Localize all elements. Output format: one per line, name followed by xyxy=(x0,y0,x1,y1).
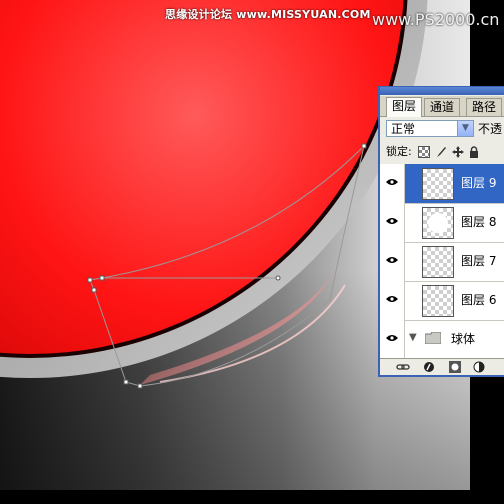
tab-paths[interactable]: 路径 xyxy=(466,98,503,116)
visibility-toggle[interactable] xyxy=(380,242,405,281)
lock-move-icon[interactable] xyxy=(452,146,464,158)
layer-row-9[interactable]: 图层 9 xyxy=(380,164,504,204)
visibility-toggle[interactable] xyxy=(380,203,405,242)
layer-name: 图层 8 xyxy=(461,215,497,229)
link-icon[interactable] xyxy=(396,361,410,373)
lock-all-icon[interactable] xyxy=(468,146,480,158)
panel-footer xyxy=(380,358,504,375)
layer-name: 图层 7 xyxy=(461,254,497,268)
group-name: 球体 xyxy=(451,332,476,346)
layers-panel: 通道 路径 图层 正常 ▼ 不透 锁定: 图层 9 图层 8 图层 7 图层 6… xyxy=(378,86,504,377)
blend-mode-select[interactable]: 正常 ▼ xyxy=(386,120,474,137)
button-face xyxy=(0,0,404,354)
lock-brush-icon[interactable] xyxy=(435,146,447,158)
layer-row-6[interactable]: 图层 6 xyxy=(380,281,504,321)
panel-tab-row: 通道 路径 图层 xyxy=(380,96,504,117)
eye-icon xyxy=(386,335,398,341)
watermark-missyuan: 思缘设计论坛 www.MISSYUAN.COM xyxy=(165,8,371,21)
canvas-border-bottom xyxy=(0,490,504,504)
layer-row-7[interactable]: 图层 7 xyxy=(380,242,504,282)
lock-row: 锁定: xyxy=(380,142,504,162)
lock-transparency-icon[interactable] xyxy=(418,146,430,158)
layer-name: 图层 6 xyxy=(461,293,497,307)
layer-group-row[interactable]: ▼ 球体 xyxy=(380,320,504,360)
layer-thumbnail xyxy=(422,207,454,239)
visibility-toggle[interactable] xyxy=(380,164,405,203)
tab-layers[interactable]: 图层 xyxy=(386,97,423,117)
chevron-down-icon[interactable]: ▼ xyxy=(457,121,473,136)
eye-icon xyxy=(386,179,398,185)
eye-icon xyxy=(386,218,398,224)
layer-row-8[interactable]: 图层 8 xyxy=(380,203,504,243)
folder-icon xyxy=(425,332,441,344)
opacity-label: 不透 xyxy=(478,122,503,136)
layer-thumbnail xyxy=(422,168,454,200)
blend-mode-value: 正常 xyxy=(391,122,416,136)
layer-thumbnail xyxy=(422,246,454,278)
visibility-toggle[interactable] xyxy=(380,281,405,320)
layer-name: 图层 9 xyxy=(461,176,497,190)
eye-icon xyxy=(386,296,398,302)
tab-channels[interactable]: 通道 xyxy=(424,98,461,116)
layer-thumbnail xyxy=(422,285,454,317)
panel-titlebar[interactable] xyxy=(380,87,504,95)
mask-icon[interactable] xyxy=(448,361,462,373)
layers-list: 图层 9 图层 8 图层 7 图层 6 ▼ 球体 xyxy=(380,164,504,360)
watermark-ps2000: www.PS2000.cn xyxy=(372,10,500,29)
adjustment-icon[interactable] xyxy=(472,361,486,373)
expand-arrow-icon[interactable]: ▼ xyxy=(409,332,417,343)
blend-row: 正常 ▼ 不透 xyxy=(380,118,504,140)
layer-style-icon[interactable] xyxy=(422,361,436,373)
eye-icon xyxy=(386,257,398,263)
visibility-toggle[interactable] xyxy=(380,320,405,359)
lock-label: 锁定: xyxy=(386,145,412,158)
